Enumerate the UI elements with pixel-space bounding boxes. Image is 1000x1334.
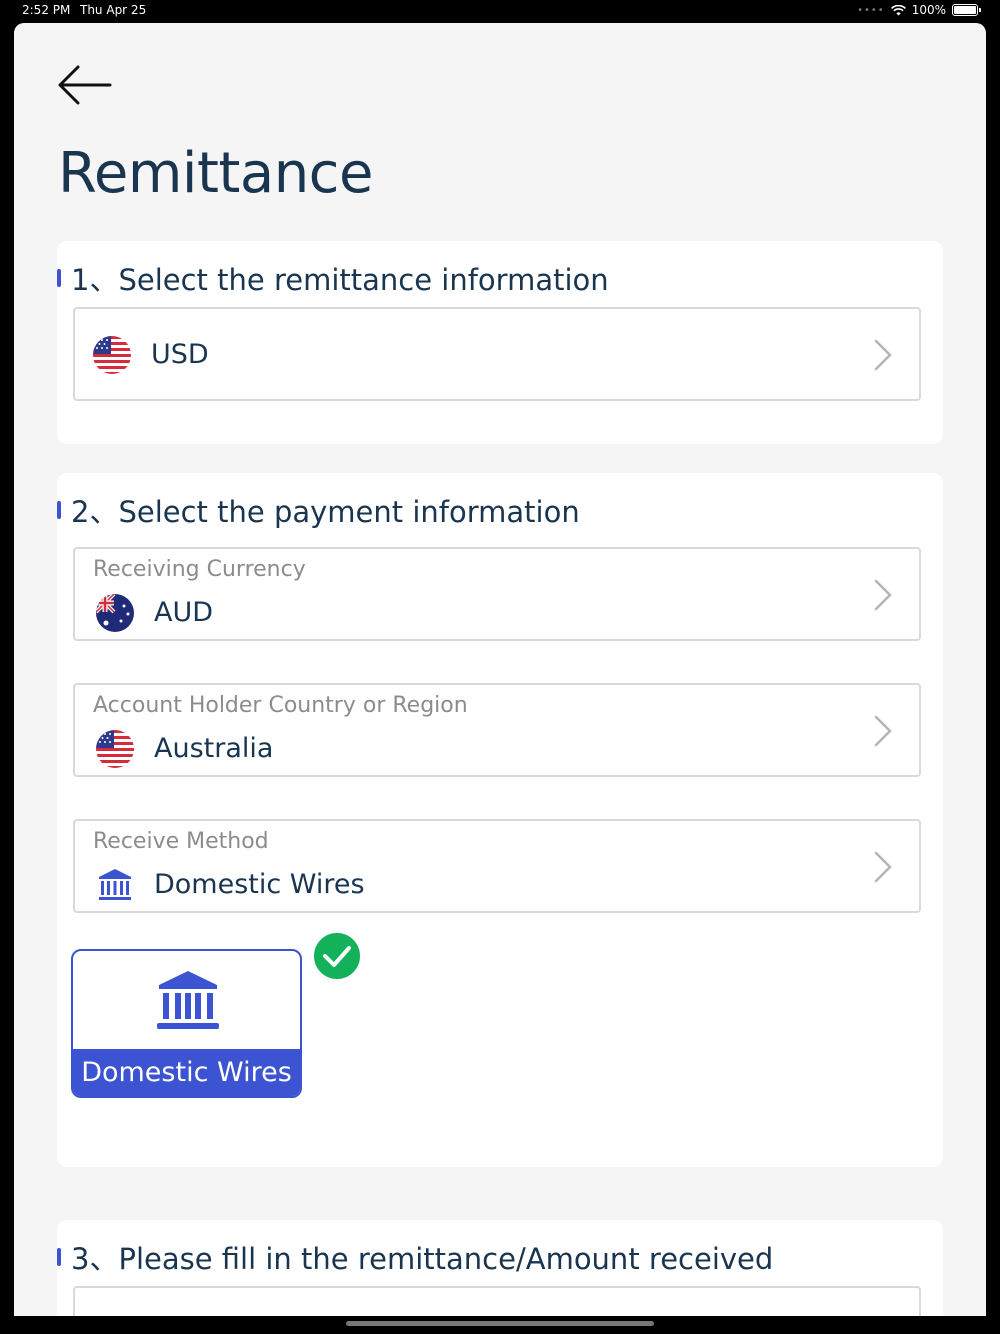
us-flag-icon (93, 336, 131, 374)
battery-percent: 100% (911, 3, 946, 17)
receiving-currency-caption: Receiving Currency (93, 557, 306, 582)
holder-country-caption: Account Holder Country or Region (93, 693, 468, 718)
back-arrow-icon (58, 65, 112, 105)
amount-card: 3、Please fill in the remittance/Amount r… (57, 1220, 943, 1316)
receive-method-select[interactable]: Receive Method Domestic Wires (73, 819, 921, 913)
bank-icon (157, 971, 219, 1029)
au-flag-icon (96, 594, 134, 632)
remittance-currency-value: USD (151, 339, 209, 370)
section-title-2-text: 2、Select the payment information (71, 495, 580, 529)
chevron-right-icon (874, 579, 892, 611)
status-bar: 2:52 PM Thu Apr 25 •••• 100% (0, 0, 1000, 22)
status-right: •••• 100% (857, 3, 981, 17)
section-marker (57, 1248, 61, 1266)
page-title: Remittance (58, 141, 373, 206)
section-marker (57, 501, 61, 519)
chevron-right-icon (874, 715, 892, 747)
amount-field[interactable] (73, 1286, 921, 1316)
status-date: Thu Apr 25 (80, 3, 147, 17)
section-marker (57, 269, 61, 287)
receive-method-caption: Receive Method (93, 829, 269, 854)
holder-country-select[interactable]: Account Holder Country or Region Austral… (73, 683, 921, 777)
section-title-3-text: 3、Please fill in the remittance/Amount r… (71, 1242, 774, 1276)
method-option-label: Domestic Wires (73, 1049, 300, 1096)
chevron-right-icon (874, 851, 892, 883)
section-title-2: 2、Select the payment information (57, 489, 580, 531)
receiving-currency-select[interactable]: Receiving Currency AUD (73, 547, 921, 641)
section-title-3: 3、Please fill in the remittance/Amount r… (57, 1236, 773, 1278)
home-indicator[interactable] (346, 1321, 654, 1326)
receive-method-value: Domestic Wires (154, 869, 365, 900)
checkmark-icon (323, 946, 351, 967)
section-title-1-text: 1、Select the remittance information (71, 263, 609, 297)
section-title-1: 1、Select the remittance information (57, 257, 609, 299)
receiving-currency-value: AUD (154, 597, 214, 628)
method-option-domestic-wires[interactable]: Domestic Wires (71, 949, 302, 1098)
holder-country-value: Australia (154, 733, 274, 764)
payment-info-card: 2、Select the payment information Receivi… (57, 473, 943, 1167)
cellular-dots-icon: •••• (857, 4, 885, 16)
battery-icon (952, 4, 981, 16)
back-button[interactable] (56, 61, 116, 111)
remittance-screen: Remittance 1、Select the remittance infor… (14, 23, 986, 1316)
bank-icon (99, 869, 131, 900)
remittance-currency-select[interactable]: USD (73, 307, 921, 401)
status-time: 2:52 PM (22, 3, 71, 17)
chevron-right-icon (874, 339, 892, 371)
selected-check-icon (311, 930, 363, 982)
us-flag-icon (96, 730, 134, 768)
remittance-info-card: 1、Select the remittance information USD (57, 241, 943, 444)
wifi-icon (890, 4, 906, 15)
